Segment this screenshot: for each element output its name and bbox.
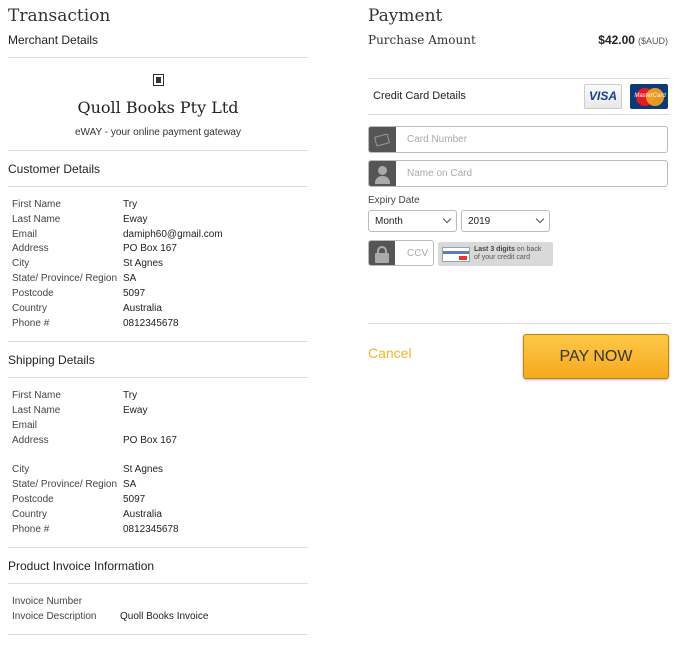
ccv-hint-text: Last 3 digits on back of your credit car… (474, 246, 542, 261)
expiry-year-select[interactable]: 2019 (461, 210, 550, 232)
visa-logo-icon: VISA (584, 84, 622, 109)
payment-title: Payment (368, 6, 443, 26)
shipping-details-heading: Shipping Details (8, 353, 95, 367)
purchase-amount-label: Purchase Amount (368, 33, 476, 47)
divider (8, 377, 308, 378)
divider (8, 341, 308, 342)
mastercard-wordmark: MasterCard (634, 93, 666, 99)
merchant-logo-icon (153, 74, 164, 86)
currency-code: ($AUD) (637, 36, 668, 46)
purchase-amount: $42.00 ($AUD) (598, 33, 668, 47)
divider (8, 150, 308, 151)
pay-now-button[interactable]: PAY NOW (523, 334, 669, 379)
year-value: 2019 (468, 216, 491, 227)
name-on-card-input[interactable]: Name on Card (368, 160, 668, 187)
cancel-link[interactable]: Cancel (368, 345, 412, 361)
merchant-name: Quoll Books Pty Ltd (77, 98, 239, 117)
expiry-date-label: Expiry Date (368, 195, 420, 206)
user-icon (369, 161, 396, 186)
name-on-card-placeholder: Name on Card (407, 168, 473, 179)
divider (8, 57, 308, 58)
card-number-input[interactable]: Card Number (368, 126, 668, 153)
ccv-hint: Last 3 digits on back of your credit car… (438, 242, 553, 266)
transaction-title: Transaction (8, 6, 111, 26)
card-number-placeholder: Card Number (407, 134, 468, 145)
divider (8, 583, 308, 584)
lock-icon (369, 241, 395, 265)
divider (8, 634, 308, 635)
amount-value: $42.00 (598, 33, 635, 47)
divider (8, 547, 308, 548)
chevron-down-icon (442, 214, 452, 224)
ccv-placeholder: CCV (407, 248, 429, 259)
divider (368, 114, 670, 115)
ccv-input[interactable]: CCV (368, 240, 434, 266)
gateway-tagline: eWAY - your online payment gateway (74, 127, 241, 138)
merchant-details-heading: Merchant Details (8, 33, 99, 47)
credit-card-details-heading: Credit Card Details (373, 90, 466, 102)
chevron-down-icon (535, 214, 545, 224)
invoice-heading: Product Invoice Information (8, 559, 155, 573)
card-back-icon (442, 247, 470, 262)
mastercard-logo-icon: MasterCard (630, 84, 668, 109)
month-value: Month (375, 216, 403, 227)
expiry-month-select[interactable]: Month (368, 210, 457, 232)
card-icon (369, 127, 396, 152)
divider (8, 186, 308, 187)
divider (368, 78, 670, 79)
divider (368, 323, 670, 324)
customer-details-heading: Customer Details (8, 162, 101, 176)
